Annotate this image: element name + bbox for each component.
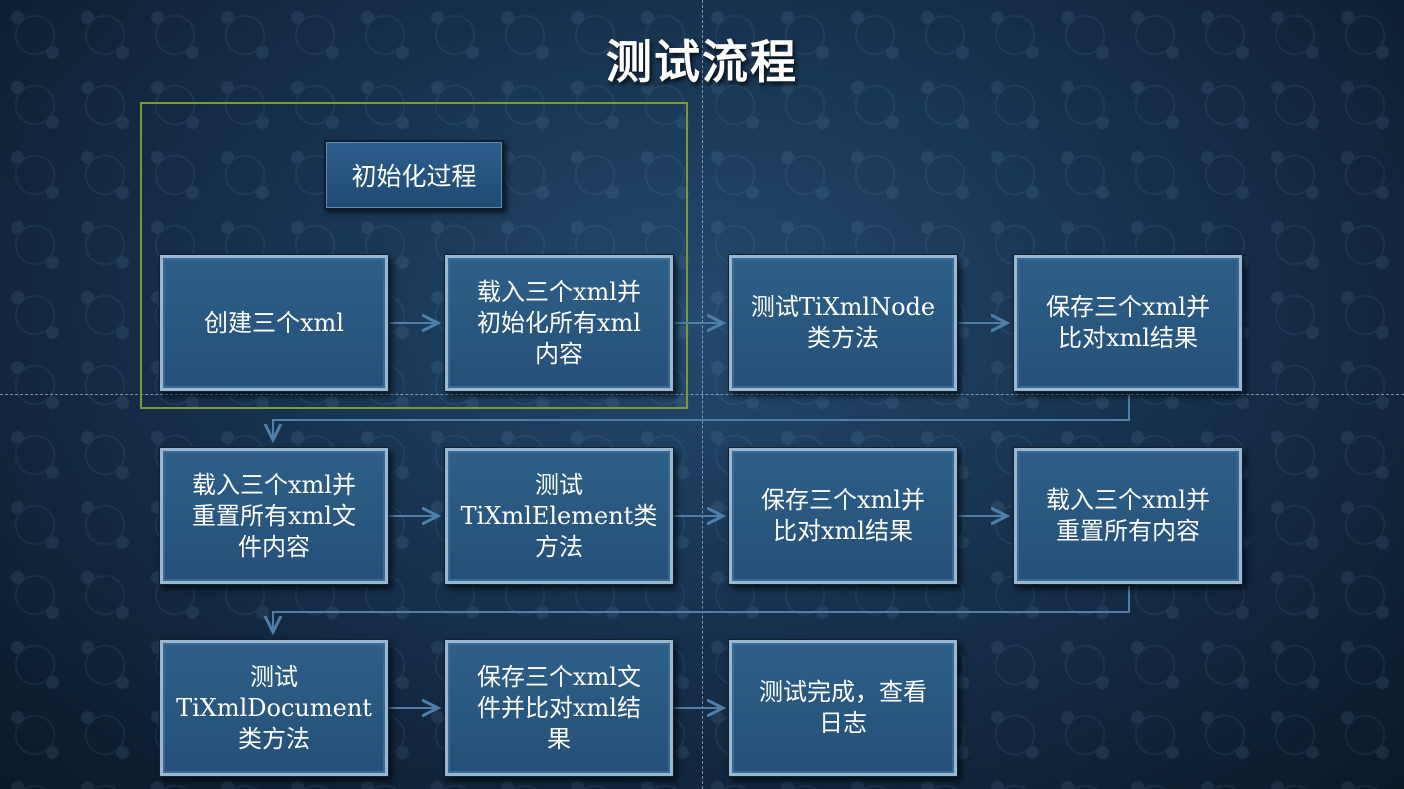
step-text: 测试 TiXmlElement类 方法 — [460, 470, 658, 561]
step-save-compare-2: 保存三个xml并 比对xml结果 — [728, 447, 958, 585]
step-text: 创建三个xml — [204, 308, 344, 337]
step-text: 保存三个xml文 件并比对xml结 果 — [477, 662, 641, 753]
step-test-tixmlelement: 测试 TiXmlElement类 方法 — [444, 447, 674, 585]
arrow-8-9 — [273, 586, 1130, 632]
step-text: 载入三个xml并 重置所有内容 — [1046, 486, 1210, 545]
step-text: 保存三个xml并 比对xml结果 — [761, 486, 925, 545]
step-load-reset-all: 载入三个xml并 重置所有内容 — [1013, 447, 1243, 585]
step-text: 载入三个xml并 重置所有xml文 件内容 — [192, 470, 356, 561]
step-text: 测试完成，查看 日志 — [759, 678, 927, 737]
step-text: 测试 TiXmlDocument 类方法 — [176, 662, 372, 753]
step-save-compare-1: 保存三个xml并 比对xml结果 — [1013, 254, 1243, 392]
step-save-compare-3: 保存三个xml文 件并比对xml结 果 — [444, 639, 674, 777]
step-load-reset-xml: 载入三个xml并 重置所有xml文 件内容 — [159, 447, 389, 585]
step-text: 载入三个xml并 初始化所有xml 内容 — [477, 277, 641, 368]
step-text: 测试TiXmlNode 类方法 — [750, 293, 936, 352]
step-create-xml: 创建三个xml — [159, 254, 389, 392]
step-finish-view-log: 测试完成，查看 日志 — [728, 639, 958, 777]
step-text: 保存三个xml并 比对xml结果 — [1046, 293, 1210, 352]
step-load-init-xml: 载入三个xml并 初始化所有xml 内容 — [444, 254, 674, 392]
arrow-4-5 — [273, 394, 1130, 440]
step-test-tixmldocument: 测试 TiXmlDocument 类方法 — [159, 639, 389, 777]
step-test-tixmlnode: 测试TiXmlNode 类方法 — [728, 254, 958, 392]
